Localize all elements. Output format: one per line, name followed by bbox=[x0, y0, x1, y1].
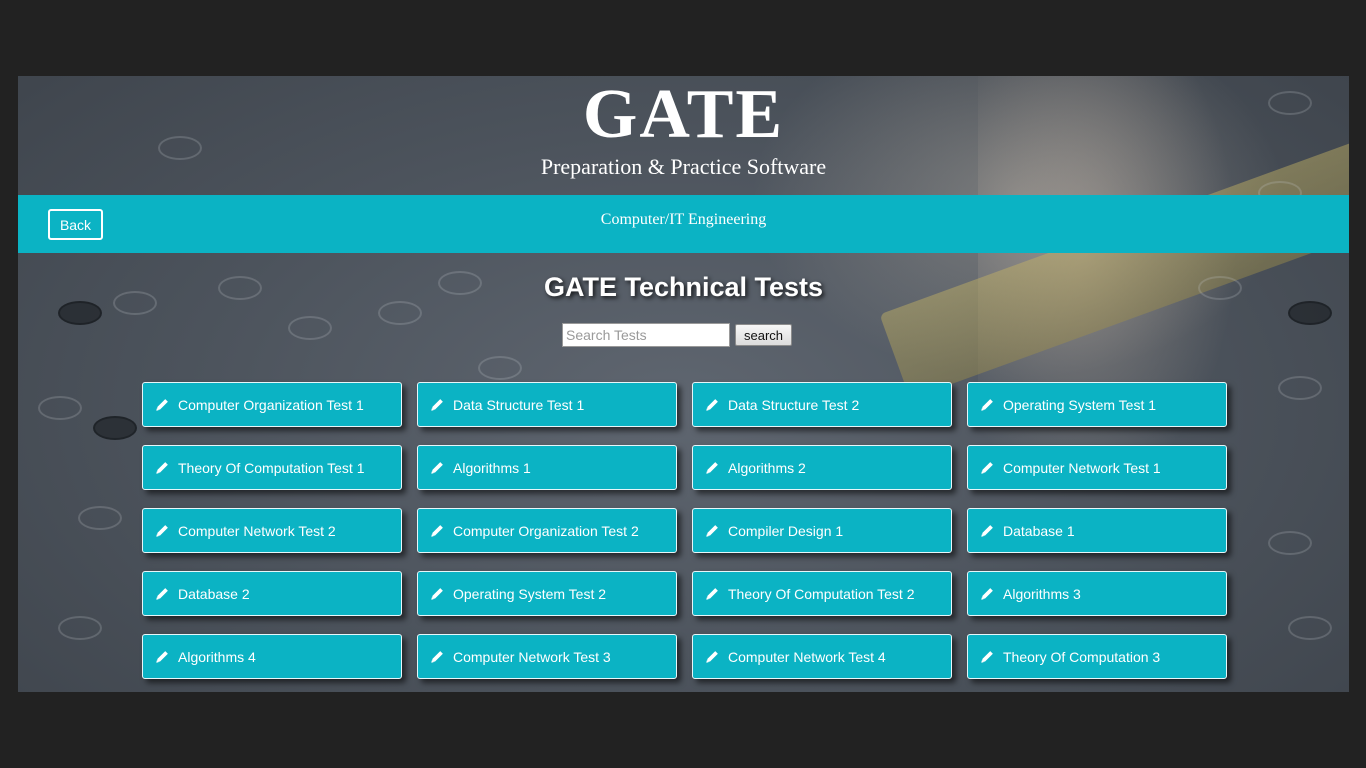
test-card[interactable]: Database 1 bbox=[967, 508, 1227, 553]
test-card-label: Computer Organization Test 1 bbox=[178, 396, 364, 413]
app-window: GATE Preparation & Practice Software Bac… bbox=[18, 76, 1349, 692]
test-card-label: Algorithms 3 bbox=[1003, 585, 1081, 602]
test-grid: Computer Organization Test 1 Data Structu… bbox=[142, 382, 1227, 679]
pencil-icon bbox=[431, 461, 443, 474]
search-button[interactable]: search bbox=[735, 324, 792, 346]
test-card[interactable]: Algorithms 2 bbox=[692, 445, 952, 490]
test-card-label: Database 1 bbox=[1003, 522, 1075, 539]
test-card-label: Computer Network Test 4 bbox=[728, 648, 886, 665]
test-card-label: Database 2 bbox=[178, 585, 250, 602]
test-card[interactable]: Algorithms 3 bbox=[967, 571, 1227, 616]
test-card[interactable]: Theory Of Computation Test 2 bbox=[692, 571, 952, 616]
test-card[interactable]: Computer Network Test 4 bbox=[692, 634, 952, 679]
test-card[interactable]: Theory Of Computation 3 bbox=[967, 634, 1227, 679]
test-card[interactable]: Data Structure Test 2 bbox=[692, 382, 952, 427]
test-card-label: Algorithms 1 bbox=[453, 459, 531, 476]
test-card[interactable]: Compiler Design 1 bbox=[692, 508, 952, 553]
test-card[interactable]: Algorithms 4 bbox=[142, 634, 402, 679]
branch-label: Computer/IT Engineering bbox=[600, 211, 767, 228]
test-card-label: Theory Of Computation 3 bbox=[1003, 648, 1161, 665]
pencil-icon bbox=[706, 587, 718, 600]
test-card[interactable]: Algorithms 1 bbox=[417, 445, 677, 490]
pencil-icon bbox=[706, 524, 718, 537]
test-card-label: Computer Organization Test 2 bbox=[453, 522, 639, 539]
pencil-icon bbox=[706, 461, 718, 474]
test-card[interactable]: Computer Organization Test 1 bbox=[142, 382, 402, 427]
pencil-icon bbox=[981, 398, 993, 411]
test-card[interactable]: Computer Network Test 3 bbox=[417, 634, 677, 679]
pencil-icon bbox=[156, 587, 168, 600]
pencil-icon bbox=[156, 398, 168, 411]
pencil-icon bbox=[156, 650, 168, 663]
test-card-label: Theory Of Computation Test 2 bbox=[728, 585, 915, 602]
pencil-icon bbox=[981, 524, 993, 537]
test-card-label: Computer Network Test 1 bbox=[1003, 459, 1161, 476]
pencil-icon bbox=[156, 461, 168, 474]
test-card-label: Data Structure Test 2 bbox=[728, 396, 860, 413]
brand-title: GATE bbox=[582, 76, 785, 153]
app-header: GATE Preparation & Practice Software bbox=[18, 76, 1349, 195]
test-card[interactable]: Computer Network Test 2 bbox=[142, 508, 402, 553]
test-card-label: Computer Network Test 2 bbox=[178, 522, 336, 539]
test-card-label: Computer Network Test 3 bbox=[453, 648, 611, 665]
pencil-icon bbox=[431, 650, 443, 663]
test-card-label: Operating System Test 2 bbox=[453, 585, 607, 602]
page-title: GATE Technical Tests bbox=[543, 272, 824, 302]
test-card-label: Algorithms 4 bbox=[178, 648, 256, 665]
test-card[interactable]: Operating System Test 1 bbox=[967, 382, 1227, 427]
pencil-icon bbox=[431, 524, 443, 537]
branch-bar: Back Computer/IT Engineering bbox=[18, 195, 1349, 253]
pencil-icon bbox=[981, 650, 993, 663]
search-input[interactable] bbox=[562, 323, 730, 347]
test-card[interactable]: Operating System Test 2 bbox=[417, 571, 677, 616]
pencil-icon bbox=[981, 461, 993, 474]
test-card[interactable]: Computer Organization Test 2 bbox=[417, 508, 677, 553]
test-card[interactable]: Database 2 bbox=[142, 571, 402, 616]
pencil-icon bbox=[706, 650, 718, 663]
pencil-icon bbox=[431, 398, 443, 411]
test-card[interactable]: Computer Network Test 1 bbox=[967, 445, 1227, 490]
pencil-icon bbox=[706, 398, 718, 411]
pencil-icon bbox=[431, 587, 443, 600]
test-card-label: Compiler Design 1 bbox=[728, 522, 844, 539]
brand-subtitle: Preparation & Practice Software bbox=[540, 154, 827, 179]
test-card-label: Algorithms 2 bbox=[728, 459, 806, 476]
test-card[interactable]: Data Structure Test 1 bbox=[417, 382, 677, 427]
test-card[interactable]: Theory Of Computation Test 1 bbox=[142, 445, 402, 490]
test-card-label: Data Structure Test 1 bbox=[453, 396, 585, 413]
pencil-icon bbox=[156, 524, 168, 537]
pencil-icon bbox=[981, 587, 993, 600]
test-card-label: Theory Of Computation Test 1 bbox=[178, 459, 365, 476]
test-card-label: Operating System Test 1 bbox=[1003, 396, 1157, 413]
